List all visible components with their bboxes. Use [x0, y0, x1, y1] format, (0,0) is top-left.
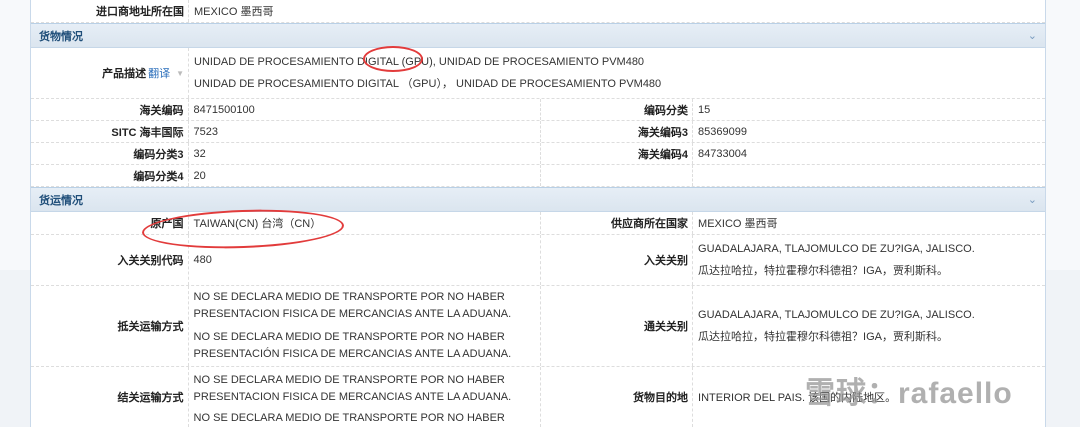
- table-row: 海关编码 8471500100 编码分类 15: [31, 99, 1045, 121]
- value-line: 瓜达拉哈拉，特拉霍穆尔科德祖？IGA，贾利斯科。: [698, 265, 948, 277]
- field-label: [541, 165, 694, 186]
- field-label: 进口商地址所在国: [31, 0, 189, 22]
- field-label: 编码分类4: [31, 165, 189, 186]
- field-label: 结关运输方式: [31, 367, 189, 427]
- chevron-down-icon[interactable]: ⌄: [1028, 29, 1037, 42]
- chevron-down-icon[interactable]: ⌄: [1028, 193, 1037, 206]
- field-value: 7523: [189, 121, 541, 142]
- label-text: 产品描述: [102, 68, 147, 80]
- section-title: 货运情况: [39, 194, 83, 207]
- value-line: PRESENTACIÓN FISICA DE MERCANCIAS ANTE L…: [193, 348, 512, 360]
- detail-panel: 进口商地址所在国 MEXICO 墨西哥 货物情况 ⌄ 产品描述 翻译 ▼ UNIDAD…: [30, 0, 1046, 427]
- field-label: 入关关别: [541, 235, 694, 285]
- field-label: 海关编码: [31, 99, 189, 120]
- watermark: 雪球：rafaello: [805, 377, 1013, 410]
- section-header-shipping[interactable]: 货运情况 ⌄: [31, 187, 1045, 212]
- field-label: 抵关运输方式: [31, 286, 189, 366]
- section-header-cargo[interactable]: 货物情况 ⌄: [31, 23, 1045, 48]
- field-label: 产品描述 翻译 ▼: [31, 48, 189, 98]
- field-value: UNIDAD DE PROCESAMIENTO DIGITAL (GPU), U…: [189, 48, 1045, 98]
- field-value: 20: [189, 165, 541, 186]
- field-value: NO SE DECLARA MEDIO DE TRANSPORTE POR NO…: [189, 367, 541, 427]
- value-line: NO SE DECLARA MEDIO DE TRANSPORTE POR NO…: [193, 374, 505, 386]
- table-row: SITC 海丰国际 7523 海关编码3 85369099: [31, 121, 1045, 143]
- field-value: GUADALAJARA, TLAJOMULCO DE ZU?IGA, JALIS…: [693, 235, 1045, 285]
- table-row: 编码分类4 20: [31, 165, 1045, 187]
- table-row: 抵关运输方式 NO SE DECLARA MEDIO DE TRANSPORTE…: [31, 286, 1045, 367]
- value-line: NO SE DECLARA MEDIO DE TRANSPORTE POR NO…: [193, 331, 505, 343]
- field-value: NO SE DECLARA MEDIO DE TRANSPORTE POR NO…: [189, 286, 541, 366]
- field-value: 15: [698, 103, 711, 116]
- field-value: [693, 165, 1045, 186]
- field-value: MEXICO 墨西哥: [194, 6, 274, 18]
- field-label: 编码分类: [541, 99, 694, 120]
- field-value: MEXICO 墨西哥: [698, 218, 778, 230]
- value-line: GUADALAJARA, TLAJOMULCO DE ZU?IGA, JALIS…: [698, 309, 975, 321]
- table-row: 编码分类3 32 海关编码4 84733004: [31, 143, 1045, 165]
- field-label: 供应商所在国家: [541, 212, 694, 234]
- value-line: GUADALAJARA, TLAJOMULCO DE ZU?IGA, JALIS…: [698, 243, 975, 255]
- field-label: 海关编码4: [541, 143, 694, 164]
- field-label: 货物目的地: [541, 367, 694, 427]
- field-label: SITC 海丰国际: [31, 121, 189, 142]
- value-line: NO SE DECLARA MEDIO DE TRANSPORTE POR NO…: [193, 291, 505, 303]
- field-label: 编码分类3: [31, 143, 189, 164]
- dropdown-caret-icon[interactable]: ▼: [176, 69, 184, 78]
- field-label: 海关编码3: [541, 121, 694, 142]
- field-value: GUADALAJARA, TLAJOMULCO DE ZU?IGA, JALIS…: [693, 286, 1045, 366]
- field-value: 32: [189, 143, 541, 164]
- field-label: 通关关别: [541, 286, 694, 366]
- desc-line: UNIDAD DE PROCESAMIENTO DIGITAL (GPU), U…: [194, 56, 645, 68]
- annotation-ellipse: [363, 46, 423, 72]
- section-title: 货物情况: [39, 30, 83, 43]
- value-line: 瓜达拉哈拉，特拉霍穆尔科德祖？IGA，贾利斯科。: [698, 331, 948, 343]
- product-description-row: 产品描述 翻译 ▼ UNIDAD DE PROCESAMIENTO DIGITAL …: [31, 48, 1045, 99]
- field-value: 8471500100: [189, 99, 541, 120]
- translate-link[interactable]: 翻译: [148, 65, 170, 81]
- importer-country-row: 进口商地址所在国 MEXICO 墨西哥: [31, 0, 1045, 23]
- value-line: PRESENTACION FISICA DE MERCANCIAS ANTE L…: [193, 391, 512, 403]
- value-line: PRESENTACION FISICA DE MERCANCIAS ANTE L…: [193, 308, 512, 320]
- desc-line: UNIDAD DE PROCESAMIENTO DIGITAL （GPU）， U…: [194, 78, 662, 90]
- field-value: 84733004: [698, 147, 747, 160]
- field-value: 85369099: [698, 125, 747, 138]
